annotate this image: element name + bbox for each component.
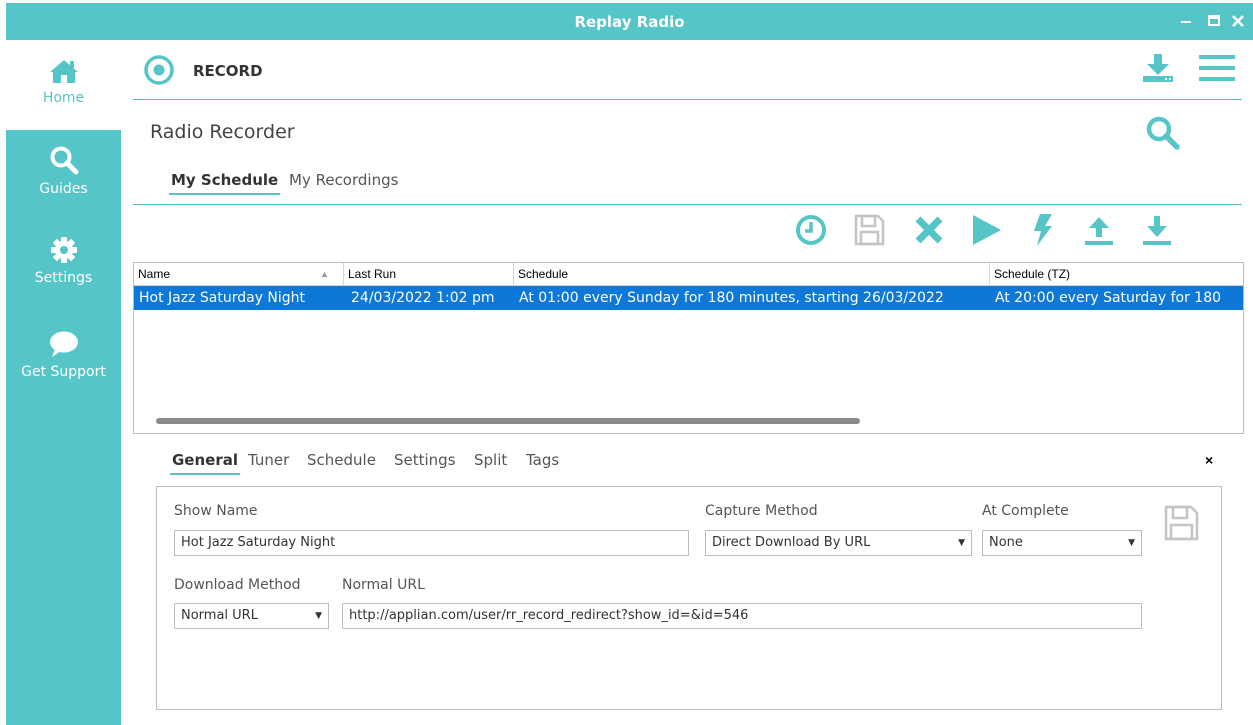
- search-icon[interactable]: [1145, 115, 1181, 151]
- tab-general[interactable]: General: [170, 451, 240, 475]
- menu-icon[interactable]: [1199, 53, 1235, 83]
- close-icon[interactable]: [1228, 11, 1248, 31]
- tab-underline: [170, 473, 240, 475]
- tab-tuner[interactable]: Tuner: [248, 451, 289, 469]
- title-bar: Replay Radio: [6, 3, 1253, 40]
- home-icon: [49, 60, 78, 83]
- page-title: Radio Recorder: [150, 121, 295, 143]
- show-name-label: Show Name: [174, 503, 258, 519]
- capture-method-value: Direct Download By URL: [712, 535, 871, 550]
- capture-method-select[interactable]: Direct Download By URL ▼: [705, 530, 972, 556]
- sort-indicator: ▲: [320, 269, 329, 279]
- tab-label: Tags: [526, 451, 560, 469]
- tab-my-recordings[interactable]: My Recordings: [289, 171, 398, 189]
- tab-tags[interactable]: Tags: [526, 451, 559, 469]
- upload-icon[interactable]: [1081, 212, 1117, 248]
- minimize-icon[interactable]: [1176, 11, 1196, 31]
- record-icon: [144, 55, 174, 85]
- lightning-icon[interactable]: [1026, 212, 1062, 248]
- schedule-grid: Name ▲ Last Run Schedule Schedule (TZ) H…: [133, 262, 1244, 434]
- column-header-name[interactable]: Name ▲: [134, 263, 344, 285]
- sidebar-item-support[interactable]: Get Support: [6, 330, 121, 380]
- show-name-field[interactable]: Hot Jazz Saturday Night: [174, 530, 689, 556]
- normal-url-label: Normal URL: [342, 577, 425, 593]
- tab-label: Split: [474, 451, 508, 469]
- download-icon[interactable]: [1141, 52, 1175, 84]
- section-title: RECORD: [193, 62, 263, 80]
- chevron-down-icon: ▼: [1128, 538, 1135, 548]
- download-method-value: Normal URL: [181, 608, 258, 623]
- tab-settings[interactable]: Settings: [394, 451, 456, 469]
- tabs-divider: [133, 204, 1242, 205]
- play-icon[interactable]: [968, 212, 1004, 248]
- delete-icon[interactable]: [911, 212, 947, 248]
- at-complete-label: At Complete: [982, 503, 1069, 519]
- sidebar-item-settings[interactable]: Settings: [6, 236, 121, 286]
- sidebar-item-label: Home: [42, 90, 85, 106]
- tab-schedule[interactable]: Schedule: [307, 451, 376, 469]
- window-title: Replay Radio: [574, 13, 685, 31]
- tab-label: Schedule: [307, 451, 376, 469]
- save-icon[interactable]: [1160, 502, 1202, 544]
- download-method-label: Download Method: [174, 577, 301, 593]
- sidebar: Home Guides Settings Get Support: [6, 40, 121, 725]
- sidebar-item-home[interactable]: Home: [6, 40, 121, 130]
- cell-schedule: At 01:00 every Sunday for 180 minutes, s…: [519, 290, 944, 306]
- chat-bubble-icon: [49, 331, 78, 357]
- sidebar-item-label: Get Support: [21, 364, 106, 380]
- normal-url-field[interactable]: http://applian.com/user/rr_record_redire…: [342, 603, 1142, 629]
- cell-last-run: 24/03/2022 1:02 pm: [351, 290, 495, 306]
- sidebar-item-label: Settings: [34, 270, 93, 286]
- column-header-schedule[interactable]: Schedule: [514, 263, 990, 285]
- maximize-icon[interactable]: [1204, 11, 1224, 31]
- search-icon: [50, 146, 78, 175]
- column-header-schedule-tz[interactable]: Schedule (TZ): [990, 263, 1243, 285]
- tab-label: Tuner: [248, 451, 290, 469]
- sidebar-item-guides[interactable]: Guides: [6, 145, 121, 197]
- chevron-down-icon: ▼: [315, 611, 322, 621]
- table-row[interactable]: Hot Jazz Saturday Night 24/03/2022 1:02 …: [134, 286, 1243, 310]
- clock-icon[interactable]: [793, 212, 829, 248]
- cell-schedule-tz: At 20:00 every Saturday for 180: [995, 290, 1222, 306]
- tab-underline: [169, 193, 281, 195]
- tab-my-schedule[interactable]: My Schedule: [169, 171, 281, 195]
- tab-label: Settings: [394, 451, 456, 469]
- tab-label: My Schedule: [171, 171, 279, 189]
- horizontal-scrollbar[interactable]: [156, 418, 860, 424]
- close-detail-button[interactable]: ×: [1205, 452, 1213, 468]
- at-complete-select[interactable]: None ▼: [982, 530, 1142, 556]
- chevron-down-icon: ▼: [958, 538, 965, 548]
- detail-panel: Show Name Hot Jazz Saturday Night Captur…: [156, 486, 1222, 710]
- grid-header: Name ▲ Last Run Schedule Schedule (TZ): [134, 263, 1243, 286]
- capture-method-label: Capture Method: [705, 503, 818, 519]
- save-icon[interactable]: [851, 212, 887, 248]
- header-divider: [133, 99, 1242, 100]
- download-method-select[interactable]: Normal URL ▼: [174, 603, 329, 629]
- tab-label: My Recordings: [289, 171, 399, 189]
- download-icon[interactable]: [1139, 212, 1175, 248]
- tab-split[interactable]: Split: [474, 451, 507, 469]
- column-header-last-run[interactable]: Last Run: [344, 263, 514, 285]
- at-complete-value: None: [989, 535, 1023, 550]
- sidebar-item-label: Guides: [39, 181, 88, 197]
- gear-icon: [50, 237, 77, 263]
- cell-name: Hot Jazz Saturday Night: [139, 290, 306, 306]
- tab-label: General: [172, 451, 238, 469]
